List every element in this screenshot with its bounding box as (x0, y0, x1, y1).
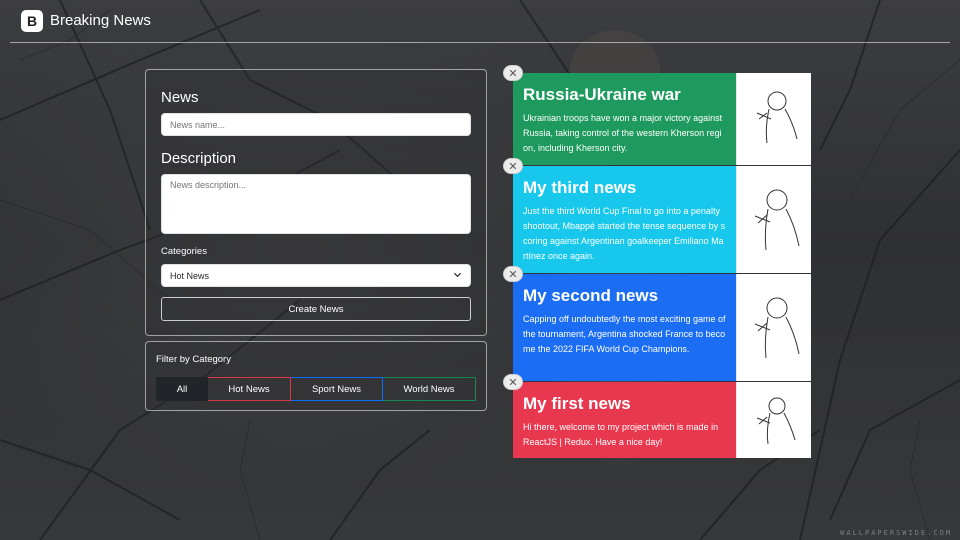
chevron-down-icon (453, 270, 462, 282)
description-label: Description (161, 150, 237, 167)
news-label: News (161, 89, 199, 106)
create-news-form: News Description Categories Hot News Cre… (145, 69, 487, 336)
news-title: My first news (523, 394, 631, 413)
news-description-input[interactable] (161, 174, 471, 234)
filter-title: Filter by Category (156, 354, 231, 365)
news-card-body: My third news Just the third World Cup F… (513, 166, 736, 273)
watermark: WALLPAPERSWIDE.COM (840, 529, 952, 537)
news-card: My second news Capping off undoubtedly t… (503, 266, 811, 381)
close-icon[interactable]: ✕ (503, 158, 523, 174)
news-description: Capping off undoubtedly the most excitin… (523, 314, 726, 354)
news-card-body: My second news Capping off undoubtedly t… (513, 274, 736, 381)
filter-all-button[interactable]: All (156, 377, 208, 401)
filter-world-news-button[interactable]: World News (383, 377, 476, 401)
news-description: Hi there, welcome to my project which is… (523, 422, 719, 447)
news-title: Russia-Ukraine war (523, 85, 681, 104)
brand-logo-icon[interactable]: B (21, 10, 43, 32)
category-select[interactable]: Hot News (161, 264, 471, 287)
brand-title[interactable]: Breaking News (50, 12, 151, 29)
filter-sport-news-button[interactable]: Sport News (291, 377, 383, 401)
news-illustration (736, 73, 811, 165)
close-icon[interactable]: ✕ (503, 266, 523, 282)
create-news-button[interactable]: Create News (161, 297, 471, 321)
news-card: My first news Hi there, welcome to my pr… (503, 374, 811, 458)
category-select-value: Hot News (170, 270, 210, 281)
news-illustration (736, 382, 811, 458)
news-title: My second news (523, 286, 659, 305)
news-title: My third news (523, 178, 637, 197)
news-illustration (736, 274, 811, 381)
navbar: B Breaking News (10, 0, 950, 43)
filter-hot-news-button[interactable]: Hot News (208, 377, 291, 401)
news-name-input[interactable] (161, 113, 471, 136)
close-icon[interactable]: ✕ (503, 374, 523, 390)
news-card-body: Russia-Ukraine war Ukrainian troops have… (513, 73, 736, 165)
news-illustration (736, 166, 811, 273)
close-icon[interactable]: ✕ (503, 65, 523, 81)
news-card-body: My first news Hi there, welcome to my pr… (513, 382, 736, 458)
news-description: Just the third World Cup Final to go int… (523, 206, 726, 261)
filter-card: Filter by Category All Hot News Sport Ne… (145, 341, 487, 411)
news-card: Russia-Ukraine war Ukrainian troops have… (503, 65, 811, 165)
filter-button-group: All Hot News Sport News World News (156, 377, 476, 401)
categories-label: Categories (161, 246, 207, 257)
news-card: My third news Just the third World Cup F… (503, 158, 811, 273)
news-description: Ukrainian troops have won a major victor… (523, 113, 723, 153)
